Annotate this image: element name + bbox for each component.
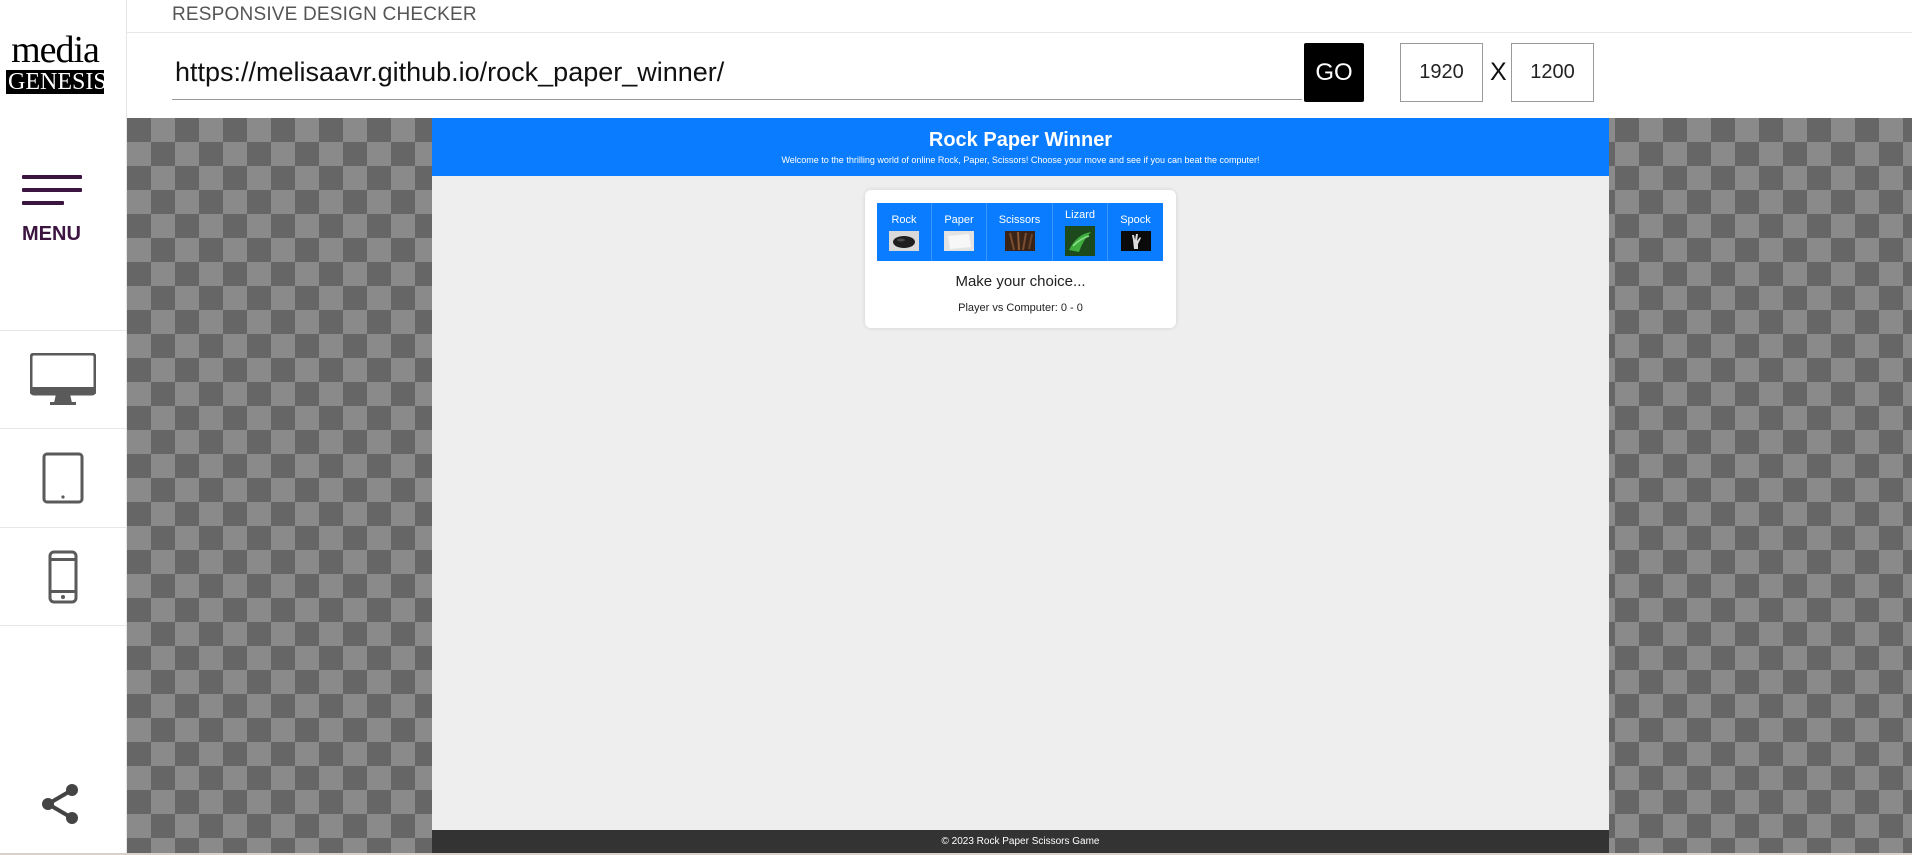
menu-label: MENU	[22, 223, 81, 245]
device-phone-button[interactable]	[0, 527, 126, 626]
choice-label: Spock	[1120, 213, 1151, 226]
hamburger-bar	[22, 188, 82, 192]
paper-image	[944, 230, 974, 251]
site-footer: © 2023 Rock Paper Scissors Game	[432, 830, 1609, 853]
choice-buttons: Rock Paper Scissors Lizard Spock	[877, 203, 1163, 261]
rock-image	[889, 230, 919, 251]
width-input[interactable]	[1400, 43, 1483, 102]
scissors-image	[1004, 230, 1035, 251]
rock-button[interactable]: Rock	[877, 203, 932, 261]
spock-image	[1120, 230, 1151, 251]
tablet-icon	[42, 452, 84, 503]
go-button[interactable]: GO	[1304, 43, 1364, 102]
score-display: Player vs Computer: 0 - 0	[958, 302, 1083, 314]
scissors-button[interactable]: Scissors	[987, 203, 1053, 261]
lizard-button[interactable]: Lizard	[1053, 203, 1108, 261]
preview-frame[interactable]: Rock Paper Winner Welcome to the thrilli…	[432, 118, 1609, 853]
choice-label: Lizard	[1065, 208, 1095, 221]
app-title: RESPONSIVE DESIGN CHECKER	[172, 4, 477, 25]
choice-label: Rock	[891, 213, 917, 226]
game-prompt: Make your choice...	[955, 273, 1086, 290]
divider	[127, 32, 1912, 33]
share-button[interactable]	[38, 782, 82, 831]
device-desktop-button[interactable]	[0, 330, 126, 428]
site-header: Rock Paper Winner Welcome to the thrilli…	[432, 118, 1609, 176]
game-card: Rock Paper Scissors Lizard Spock Make yo…	[865, 190, 1176, 328]
media-genesis-logo[interactable]: media GENESIS	[6, 29, 107, 95]
height-input[interactable]	[1511, 43, 1594, 102]
dimension-separator: X	[1490, 58, 1507, 86]
paper-button[interactable]: Paper	[932, 203, 987, 261]
hamburger-icon	[22, 175, 82, 179]
logo-line-1: media	[11, 29, 100, 71]
hamburger-bar	[22, 201, 64, 205]
desktop-icon	[30, 352, 96, 405]
choice-label: Paper	[944, 213, 974, 226]
site-title: Rock Paper Winner	[928, 129, 1113, 151]
logo-line-2: GENESIS	[6, 69, 107, 95]
share-icon	[42, 784, 78, 824]
url-input[interactable]	[172, 46, 1302, 100]
device-tablet-button[interactable]	[0, 428, 126, 526]
spock-button[interactable]: Spock	[1108, 203, 1163, 261]
menu-button[interactable]: MENU	[22, 175, 84, 245]
lizard-image	[1065, 225, 1095, 256]
site-subtitle: Welcome to the thrilling world of online…	[781, 155, 1260, 165]
sidebar: media GENESIS MENU	[0, 0, 127, 855]
choice-label: Scissors	[998, 213, 1041, 226]
phone-icon	[48, 550, 78, 603]
